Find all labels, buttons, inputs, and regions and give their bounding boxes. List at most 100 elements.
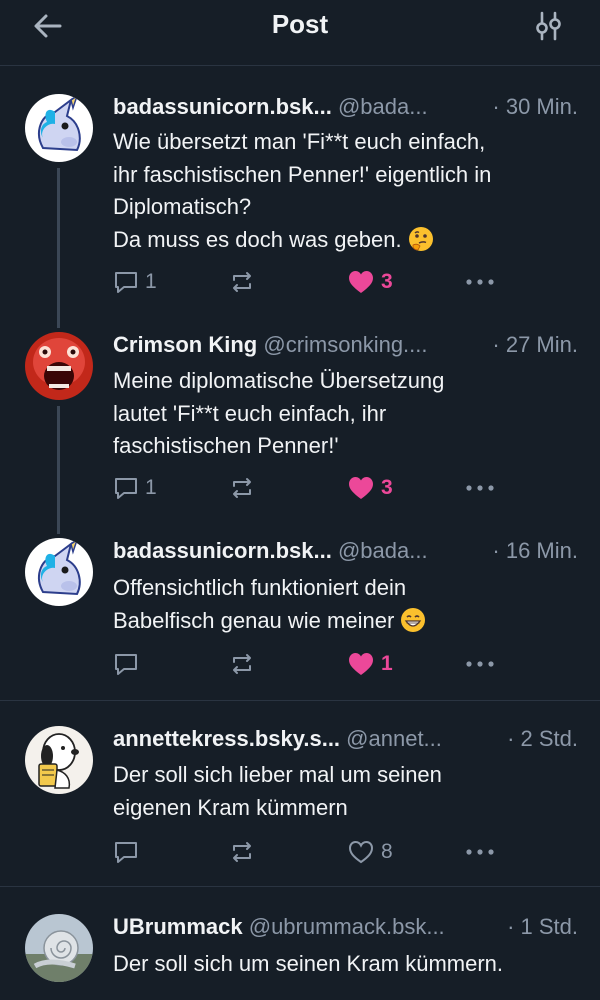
post-text-line: lautet 'Fi**t euch einfach, ihr <box>113 400 387 426</box>
reply-count: 1 <box>145 476 157 499</box>
post-actions: 1 <box>113 646 513 682</box>
post-text-line: ihr faschistischen Penner!' eigentlich i… <box>113 161 492 187</box>
post-meta: badassunicorn.bsk... @bada... · 30 Min. <box>113 90 578 124</box>
top-bar: Post <box>0 0 600 66</box>
page-title: Post <box>271 9 329 39</box>
repost-icon <box>233 842 251 862</box>
repost-button[interactable] <box>229 834 255 870</box>
divider <box>0 700 600 701</box>
post-meta: UBrummack @ubrummack.bsk... · 1 Std. <box>113 910 578 944</box>
post-text: Meine diplomatische Übersetzung lautet '… <box>113 365 583 463</box>
post-item[interactable]: Crimson King @crimsonking.... · 27 Min. … <box>0 328 600 518</box>
reply-icon <box>115 654 137 675</box>
display-name[interactable]: annettekress.bsky.s... <box>113 726 340 751</box>
post-time: · 2 Std. <box>507 726 578 751</box>
post-text-line: eigenen Kram kümmern <box>113 794 348 820</box>
more-options-button[interactable] <box>465 470 495 506</box>
display-name[interactable]: badassunicorn.bsk... <box>113 538 332 563</box>
post-item[interactable]: UBrummack @ubrummack.bsk... · 1 Std. Der… <box>0 910 600 1000</box>
post-meta: Crimson King @crimsonking.... · 27 Min. <box>113 328 578 362</box>
more-options-button[interactable] <box>465 646 495 682</box>
more-horizontal-icon <box>466 279 494 285</box>
more-options-button[interactable] <box>465 264 495 300</box>
post-text: Offensichtlich funktioniert dein Babelfi… <box>113 572 583 637</box>
display-name[interactable]: Crimson King <box>113 332 257 357</box>
avatar[interactable] <box>25 94 93 162</box>
display-name[interactable]: UBrummack <box>113 914 243 939</box>
reply-button[interactable]: 1 <box>113 264 157 300</box>
snoopy-reading-avatar-icon <box>25 726 93 794</box>
repost-icon <box>233 654 251 674</box>
reply-icon <box>115 478 137 499</box>
handle[interactable]: @ubrummack.bsk... <box>249 914 445 939</box>
like-button[interactable]: 3 <box>347 264 393 300</box>
post-item[interactable]: badassunicorn.bsk... @bada... · 30 Min. … <box>0 88 600 308</box>
more-horizontal-icon <box>466 661 494 667</box>
post-actions: 8 <box>113 834 513 870</box>
post-text-line: Offensichtlich funktioniert dein <box>113 575 407 600</box>
like-button[interactable]: 8 <box>347 834 393 870</box>
display-name[interactable]: badassunicorn.bsk... <box>113 94 332 119</box>
post-text-line: Der soll sich lieber mal um seinen <box>113 762 442 787</box>
crimson-king-avatar-icon <box>25 332 93 400</box>
repost-icon <box>233 478 251 498</box>
post-item[interactable]: annettekress.bsky.s... @annet... · 2 Std… <box>0 722 600 886</box>
handle[interactable]: @annet... <box>346 726 442 751</box>
like-count: 3 <box>381 270 393 293</box>
post-time: · 1 Std. <box>507 914 578 939</box>
repost-icon <box>233 272 251 292</box>
post-text-line: Meine diplomatische Übersetzung <box>113 368 445 393</box>
post-meta: annettekress.bsky.s... @annet... · 2 Std… <box>113 722 578 756</box>
handle[interactable]: @bada... <box>338 94 428 119</box>
post-text-line: Wie übersetzt man 'Fi**t euch einfach, <box>113 129 486 154</box>
like-count: 1 <box>381 652 393 675</box>
avatar[interactable] <box>25 914 93 982</box>
avatar[interactable] <box>25 332 93 400</box>
post-text-line: faschistischen Penner!' <box>113 433 339 458</box>
handle[interactable]: @crimsonking.... <box>263 332 427 357</box>
sliders-icon <box>536 11 561 41</box>
reply-icon <box>115 842 137 863</box>
grinning-face-emoji-icon <box>401 607 426 632</box>
heart-filled-icon <box>349 653 373 675</box>
post-meta: badassunicorn.bsk... @bada... · 16 Min. <box>113 534 578 568</box>
like-count: 3 <box>381 476 393 499</box>
snail-avatar-icon <box>25 914 93 982</box>
repost-button[interactable] <box>229 470 255 506</box>
heart-filled-icon <box>349 477 373 499</box>
handle[interactable]: @bada... <box>338 538 428 563</box>
more-horizontal-icon <box>466 485 494 491</box>
divider <box>0 886 600 887</box>
thread-settings-button[interactable] <box>530 8 566 44</box>
reply-button[interactable] <box>113 646 145 682</box>
like-button[interactable]: 1 <box>347 646 393 682</box>
like-button[interactable]: 3 <box>347 470 393 506</box>
post-text: Wie übersetzt man 'Fi**t euch einfach, i… <box>113 126 583 256</box>
avatar[interactable] <box>25 538 93 606</box>
like-count: 8 <box>381 840 393 863</box>
post-text-line: Diplomatisch? <box>113 194 252 219</box>
repost-button[interactable] <box>229 264 255 300</box>
avatar[interactable] <box>25 726 93 794</box>
more-horizontal-icon <box>466 849 494 855</box>
heart-filled-icon <box>349 271 373 293</box>
post-text-line: Da muss es doch was geben. <box>113 226 402 252</box>
post-text-line: Babelfisch genau wie meiner <box>113 607 395 633</box>
post-time: · 27 Min. <box>492 332 578 357</box>
post-text-line: Der soll sich um seinen Kram kümmern. <box>113 951 504 976</box>
post-text: Der soll sich um seinen Kram kümmern. <box>113 948 583 981</box>
reply-button[interactable] <box>113 834 145 870</box>
reply-icon <box>115 272 137 293</box>
repost-button[interactable] <box>229 646 255 682</box>
unicorn-avatar-icon <box>25 94 93 162</box>
post-actions: 1 3 <box>113 470 513 506</box>
post-actions: 1 3 <box>113 264 513 300</box>
reply-count: 1 <box>145 270 157 293</box>
post-time: · 30 Min. <box>492 94 578 119</box>
post-item[interactable]: badassunicorn.bsk... @bada... · 16 Min. … <box>0 534 600 700</box>
more-options-button[interactable] <box>465 834 495 870</box>
reply-button[interactable]: 1 <box>113 470 157 506</box>
thinking-face-emoji-icon <box>408 226 433 251</box>
heart-outline-icon <box>348 840 374 864</box>
post-time: · 16 Min. <box>492 538 578 563</box>
